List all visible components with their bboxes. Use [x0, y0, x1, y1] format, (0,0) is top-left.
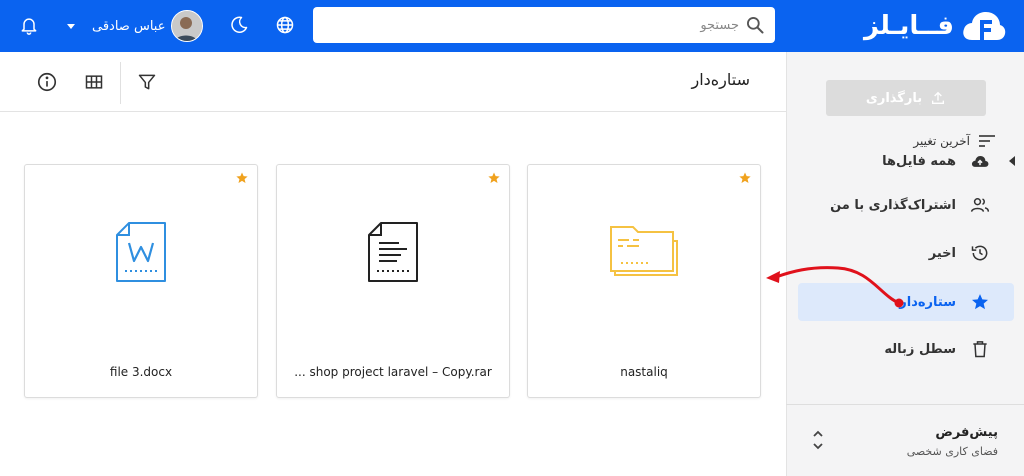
word-file-icon — [116, 222, 166, 282]
logo-cloud-icon — [963, 12, 1006, 40]
file-name: shop project laravel – Copy.rar ... — [294, 365, 492, 379]
sidebar-item-label: اخیر — [928, 245, 956, 261]
user-name: عباس صادقی — [92, 18, 166, 34]
sidebar-item-label: اشتراک‌گذاری با من — [830, 197, 956, 213]
filter-button[interactable] — [135, 70, 159, 94]
search-icon — [747, 17, 764, 34]
sidebar-item-starred[interactable]: ستاره‌دار — [798, 283, 1014, 321]
star-icon — [739, 172, 751, 184]
folder-icon — [610, 226, 678, 276]
people-icon — [970, 195, 990, 215]
upload-button[interactable]: بارگذاری — [826, 80, 986, 116]
caret-down-icon — [67, 24, 75, 29]
workspace-selector[interactable]: پیش‌فرض فضای کاری شخصی — [786, 404, 1024, 476]
file-name: file 3.docx — [109, 365, 173, 379]
sidebar-item-label: همه فایل‌ها — [882, 153, 956, 169]
file-card-folder[interactable]: nastaliq — [527, 164, 761, 398]
sidebar: بارگذاری همه فایل‌ها اشتراک‌گذاری با من … — [786, 52, 1024, 476]
unfold-icon — [813, 430, 823, 450]
search-box[interactable] — [313, 7, 775, 43]
globe-icon — [276, 16, 294, 34]
sort-button[interactable]: آخرین تغییر — [913, 134, 996, 148]
cloud-upload-icon — [970, 151, 990, 171]
archive-file-icon — [368, 222, 418, 282]
sidebar-item-shared[interactable]: اشتراک‌گذاری با من — [798, 186, 1014, 224]
search-input[interactable] — [313, 7, 745, 43]
workspace-title: پیش‌فرض — [935, 425, 998, 440]
info-button[interactable] — [35, 70, 59, 94]
app-logo[interactable]: فــایـلز — [864, 6, 1006, 46]
star-icon — [970, 292, 990, 312]
theme-toggle-button[interactable] — [227, 13, 251, 37]
sort-label: آخرین تغییر — [913, 134, 970, 148]
upload-label: بارگذاری — [865, 90, 923, 106]
content-toolbar: ستاره‌دار — [0, 52, 786, 112]
expand-arrow-icon — [1009, 156, 1015, 166]
sort-icon — [979, 135, 995, 147]
sidebar-item-label: سطل زباله — [884, 341, 956, 357]
top-bar: فــایـلز عباس صادقی — [0, 0, 1024, 52]
star-icon — [488, 172, 500, 184]
upload-icon — [932, 91, 945, 104]
page-title: ستاره‌دار — [691, 70, 750, 89]
logo-text: فــایـلز — [864, 11, 954, 41]
info-icon — [37, 72, 57, 92]
grid-icon — [85, 75, 103, 89]
workspace-subtitle: فضای کاری شخصی — [906, 445, 998, 458]
bell-icon — [21, 18, 37, 35]
trash-icon — [970, 339, 990, 359]
sidebar-item-recent[interactable]: اخیر — [798, 234, 1014, 272]
grid-view-button[interactable] — [82, 70, 106, 94]
file-name: nastaliq — [620, 365, 668, 379]
file-card-archive[interactable]: shop project laravel – Copy.rar ... — [276, 164, 510, 398]
sidebar-item-label: ستاره‌دار — [899, 294, 956, 310]
filter-icon — [138, 74, 156, 90]
notifications-button[interactable] — [17, 13, 41, 37]
avatar — [171, 10, 204, 42]
language-button[interactable] — [273, 13, 297, 37]
history-icon — [970, 243, 990, 263]
star-icon — [236, 172, 248, 184]
file-card-word[interactable]: file 3.docx — [24, 164, 258, 398]
toolbar-divider — [120, 62, 121, 104]
user-menu[interactable]: عباس صادقی — [64, 9, 204, 43]
sidebar-item-trash[interactable]: سطل زباله — [798, 330, 1014, 368]
moon-icon — [231, 16, 248, 33]
